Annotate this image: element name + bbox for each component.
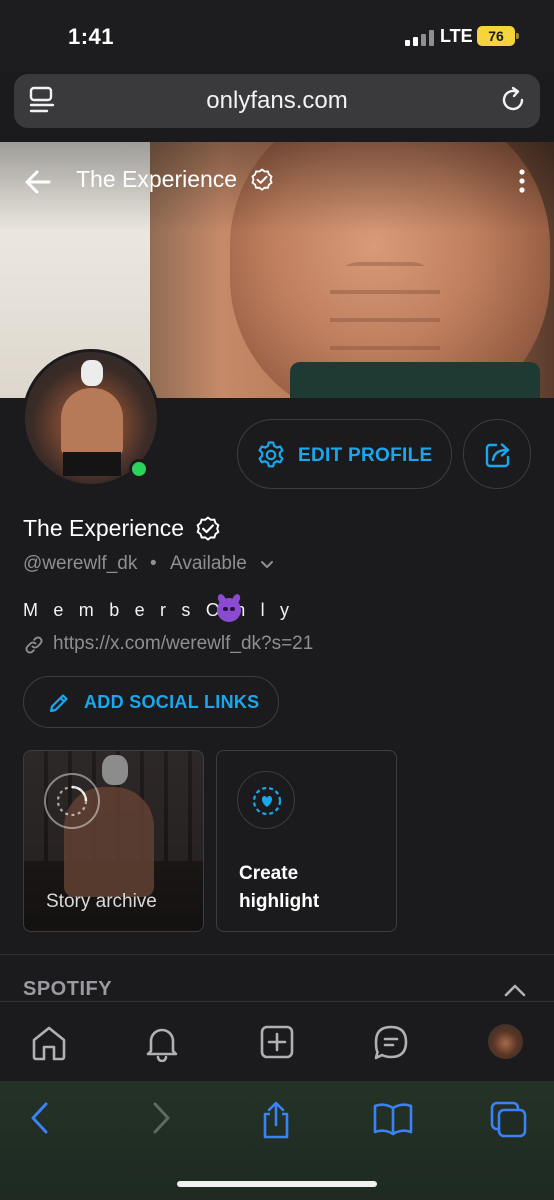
signal-icon — [405, 30, 435, 46]
create-highlight-label-line2: highlight — [239, 891, 320, 912]
share-profile-button[interactable] — [463, 419, 531, 489]
edit-profile-button[interactable]: EDIT PROFILE — [237, 419, 452, 489]
app-bottom-nav — [0, 1001, 554, 1081]
chevron-up-icon[interactable] — [503, 982, 527, 998]
share-icon — [485, 443, 510, 468]
reload-icon[interactable] — [498, 85, 528, 115]
create-highlight-label-line1: Create — [239, 863, 299, 884]
profile-bio: M e m b e r s O n l y — [23, 600, 295, 620]
status-bar: 1:41 LTE 76 — [0, 0, 554, 72]
url-text[interactable]: onlyfans.com — [14, 87, 540, 115]
story-archive-card[interactable]: Story archive — [23, 750, 204, 932]
gear-icon — [258, 441, 284, 468]
profile-link[interactable]: https://x.com/werewlf_dk?s=21 — [53, 633, 313, 655]
home-icon[interactable] — [29, 1024, 69, 1062]
link-icon — [25, 636, 43, 654]
pencil-icon — [49, 694, 68, 713]
battery-level: 76 — [488, 28, 504, 44]
bell-icon[interactable] — [142, 1024, 182, 1062]
heart-circle-icon — [252, 786, 282, 816]
battery-icon: 76 — [477, 26, 519, 46]
create-highlight-card[interactable]: Create highlight — [216, 750, 397, 932]
create-highlight-icon-ring — [237, 771, 295, 829]
address-bar[interactable]: onlyfans.com — [14, 74, 540, 128]
online-indicator — [129, 459, 149, 479]
smiling-devil-emoji-icon — [217, 598, 241, 622]
book-icon[interactable] — [372, 1100, 414, 1136]
add-social-links-button[interactable]: ADD SOCIAL LINKS — [23, 676, 279, 728]
edit-profile-label: EDIT PROFILE — [298, 445, 433, 466]
network-type: LTE — [440, 26, 473, 46]
chevron-down-icon[interactable] — [259, 556, 275, 572]
arrow-left-icon[interactable] — [24, 168, 52, 196]
status-time: 1:41 — [68, 24, 115, 49]
share-icon[interactable] — [258, 1100, 294, 1140]
chat-icon[interactable] — [371, 1024, 411, 1062]
header-title: The Experience — [76, 166, 238, 192]
plus-square-icon[interactable] — [257, 1024, 297, 1062]
home-indicator — [177, 1181, 377, 1187]
add-social-links-label: ADD SOCIAL LINKS — [84, 692, 260, 712]
chevron-left-icon[interactable] — [28, 1100, 52, 1136]
separator-dot: • — [150, 553, 157, 574]
tabs-icon[interactable] — [489, 1100, 529, 1138]
availability-status[interactable]: Available — [170, 553, 247, 575]
verified-badge-icon — [196, 516, 220, 541]
spotify-section-title[interactable]: SPOTIFY — [23, 978, 112, 1001]
divider — [0, 954, 554, 955]
story-archive-icon — [44, 773, 100, 829]
profile-name: The Experience — [23, 515, 185, 541]
story-archive-label: Story archive — [46, 891, 157, 912]
profile-avatar-tab[interactable] — [488, 1024, 523, 1059]
chevron-right-icon[interactable] — [149, 1100, 173, 1136]
profile-handle: @werewlf_dk — [23, 553, 138, 574]
kebab-icon[interactable] — [516, 168, 528, 196]
verified-badge-icon — [251, 168, 273, 191]
